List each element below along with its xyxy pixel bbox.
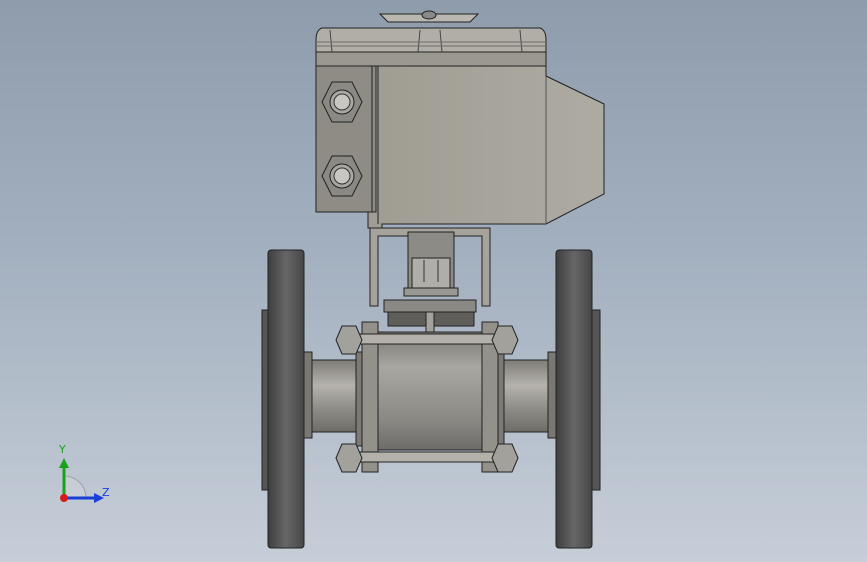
pipe-right (499, 359, 549, 433)
actuator-cover (315, 27, 547, 67)
z-axis-label: Z (102, 486, 110, 499)
bolt-bottom-left (335, 443, 363, 473)
actuator-housing (315, 65, 605, 229)
bolt-top-left (335, 325, 363, 355)
valve-body (377, 331, 483, 451)
valve-3d-model[interactable] (0, 0, 867, 562)
right-flange (547, 249, 601, 549)
cad-viewport[interactable]: Y Z (0, 0, 867, 562)
y-axis-label: Y (59, 443, 66, 456)
tie-rod-bottom (359, 451, 501, 463)
left-flange (261, 249, 313, 549)
bolt-top-right (491, 325, 519, 355)
orientation-triad: Y Z (40, 440, 130, 510)
triad-graphic (59, 458, 104, 503)
tie-rod-top (359, 333, 501, 345)
pipe-left (311, 359, 361, 433)
position-indicator (378, 10, 480, 23)
bolt-bottom-right (491, 443, 519, 473)
